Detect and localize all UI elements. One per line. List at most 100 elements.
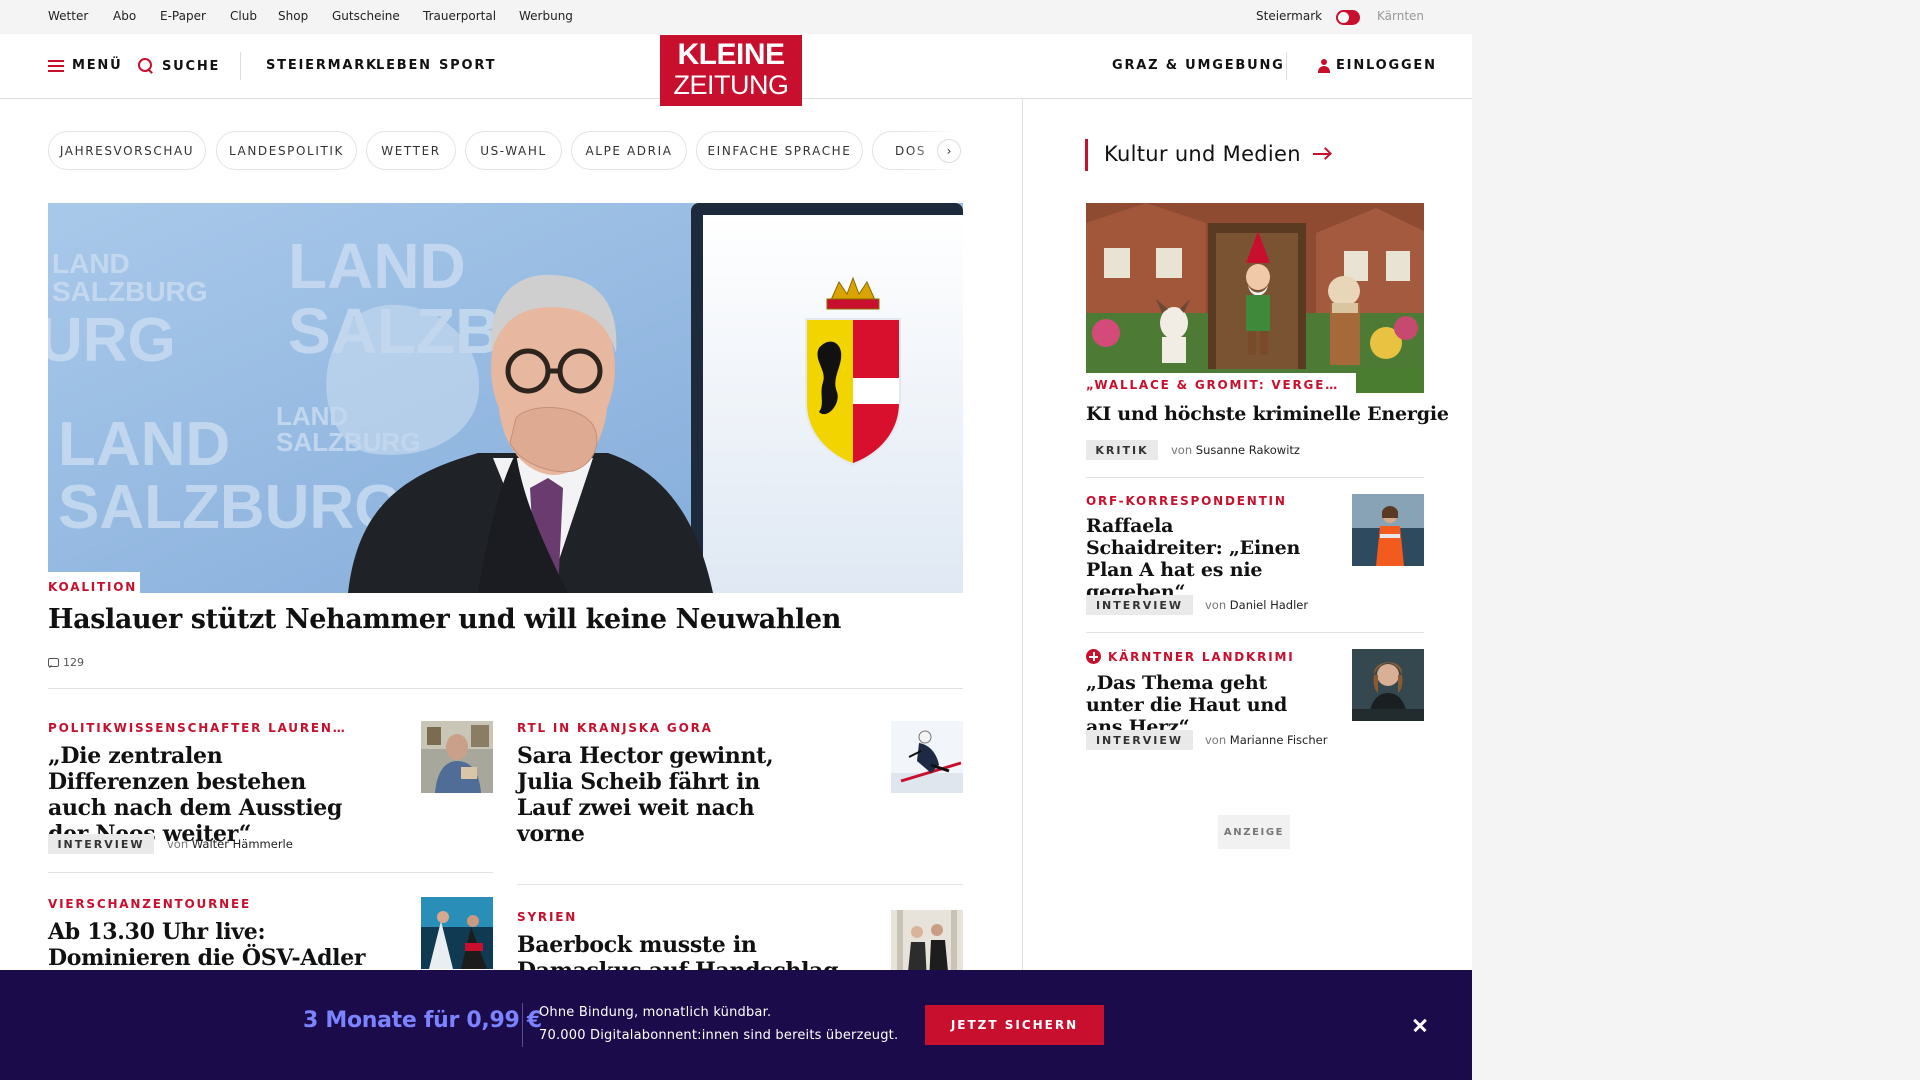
site-header: MENÜ SUCHE STEIERMARK LEBEN SPORT KLEINE… bbox=[0, 34, 1472, 106]
hero-headline[interactable]: Haslauer stützt Nehammer und will keine … bbox=[48, 604, 841, 635]
header-divider-right bbox=[1286, 52, 1287, 80]
util-link-epaper[interactable]: E-Paper bbox=[160, 9, 206, 23]
promo-line-1: Ohne Bindung, monatlich kündbar. bbox=[539, 1005, 772, 1020]
hero-image[interactable]: LAND SALZBURG URG LAND SALZB LAND SALZBU… bbox=[48, 203, 963, 593]
story-2-divider bbox=[517, 884, 963, 885]
story-1-photo bbox=[421, 721, 493, 793]
logo[interactable]: KLEINE ZEITUNG bbox=[660, 35, 802, 106]
util-link-abo[interactable]: Abo bbox=[113, 9, 136, 23]
sidebar-feature-author[interactable]: Susanne Rakowitz bbox=[1196, 443, 1300, 457]
login-button[interactable]: EINLOGGEN bbox=[1318, 58, 1437, 73]
story-1-thumbnail[interactable] bbox=[421, 721, 493, 793]
sidebar-item-2-kicker: KÄRNTNER LANDKRIMI bbox=[1108, 649, 1295, 664]
ad-label: ANZEIGE bbox=[1218, 815, 1290, 849]
util-link-wetter[interactable]: Wetter bbox=[48, 9, 88, 23]
promo-cta-button[interactable]: JETZT SICHERN bbox=[925, 1005, 1104, 1045]
hero-comments[interactable]: 129 bbox=[48, 656, 84, 669]
chip-us-wahl[interactable]: US-WAHL bbox=[465, 131, 562, 170]
nav-sport[interactable]: SPORT bbox=[439, 58, 496, 73]
region-toggle[interactable] bbox=[1336, 10, 1360, 25]
sidebar-divider-2 bbox=[1086, 632, 1424, 633]
sidebar-item-2-tag: INTERVIEW bbox=[1086, 730, 1193, 750]
utility-bar: Wetter Abo E-Paper Club Shop Gutscheine … bbox=[0, 0, 1472, 34]
util-link-werbung[interactable]: Werbung bbox=[519, 9, 573, 23]
column-divider bbox=[1022, 99, 1023, 1080]
chip-jahresvorschau[interactable]: JAHRESVORSCHAU bbox=[48, 131, 206, 170]
user-icon bbox=[1318, 58, 1330, 73]
util-link-trauerportal[interactable]: Trauerportal bbox=[423, 9, 496, 23]
close-icon[interactable] bbox=[1409, 1014, 1431, 1036]
promo-line-2: 70.000 Digitalabonnent:innen sind bereit… bbox=[539, 1028, 899, 1043]
story-3-photo bbox=[421, 897, 493, 969]
sidebar-feature-headline[interactable]: KI und höchste kriminelle Energie bbox=[1086, 403, 1449, 425]
page: Wetter Abo E-Paper Club Shop Gutscheine … bbox=[0, 0, 1472, 1080]
logo-line-2: ZEITUNG bbox=[673, 70, 790, 100]
svg-text:SALZBURG: SALZBURG bbox=[52, 276, 208, 307]
menu-button[interactable]: MENÜ bbox=[48, 58, 122, 73]
util-link-club[interactable]: Club bbox=[230, 9, 257, 23]
sidebar-item-2-photo bbox=[1352, 649, 1424, 721]
sidebar-divider-1 bbox=[1086, 477, 1424, 478]
search-icon bbox=[138, 58, 154, 74]
logo-line-1: KLEINE bbox=[677, 38, 785, 71]
sidebar-item-1-photo bbox=[1352, 494, 1424, 566]
hamburger-icon bbox=[48, 59, 64, 72]
promo-divider bbox=[522, 1003, 523, 1047]
story-1-author[interactable]: Walter Hämmerle bbox=[192, 837, 293, 851]
svg-text:LAND: LAND bbox=[58, 410, 230, 479]
sidebar-feature-byline: von Susanne Rakowitz bbox=[1171, 443, 1300, 457]
story-1-tag: INTERVIEW bbox=[48, 834, 154, 854]
story-3-thumbnail[interactable] bbox=[421, 897, 493, 969]
sidebar-item-2-kicker-row: KÄRNTNER LANDKRIMI bbox=[1086, 649, 1336, 664]
section-title-text: Kultur und Medien bbox=[1104, 142, 1301, 166]
story-2-thumbnail[interactable] bbox=[891, 721, 963, 793]
story-2-photo bbox=[891, 721, 963, 793]
nav-graz-umgebung[interactable]: GRAZ & UMGEBUNG bbox=[1112, 58, 1285, 73]
sidebar-item-1-headline[interactable]: Raffaela Schaidreiter: „Einen Plan A hat… bbox=[1086, 515, 1316, 603]
chevron-right-icon[interactable]: › bbox=[937, 139, 961, 163]
story-4-kicker: SYRIEN bbox=[517, 910, 578, 924]
story-2-headline[interactable]: Sara Hector gewinnt, Julia Scheib fährt … bbox=[517, 743, 817, 847]
chip-einfache-sprache[interactable]: EINFACHE SPRACHE bbox=[696, 131, 863, 170]
sidebar-item-1-author[interactable]: Daniel Hadler bbox=[1230, 598, 1308, 612]
svg-text:LAND: LAND bbox=[288, 230, 466, 302]
nav-steiermark[interactable]: STEIERMARK bbox=[266, 58, 378, 73]
util-link-shop[interactable]: Shop bbox=[278, 9, 308, 23]
sidebar-feature-photo bbox=[1086, 203, 1424, 393]
util-link-gutscheine[interactable]: Gutscheine bbox=[332, 9, 400, 23]
svg-text:SALZBURG: SALZBURG bbox=[58, 473, 402, 542]
story-1-headline[interactable]: „Die zentralen Differenzen bestehen auch… bbox=[48, 743, 368, 847]
story-3-kicker: VIERSCHANZENTOURNEE bbox=[48, 897, 251, 911]
search-button[interactable]: SUCHE bbox=[138, 58, 220, 74]
page-gutter bbox=[1472, 0, 1920, 1080]
plus-icon bbox=[1086, 649, 1101, 664]
sidebar-feature-image[interactable] bbox=[1086, 203, 1424, 393]
sidebar-item-2-byline: von Marianne Fischer bbox=[1205, 733, 1328, 747]
arrow-right-icon bbox=[1312, 148, 1331, 160]
sidebar-item-1-kicker: ORF-KORRESPONDENTIN bbox=[1086, 494, 1287, 508]
comment-icon bbox=[48, 658, 59, 667]
chip-wetter[interactable]: WETTER bbox=[366, 131, 456, 170]
region-kaernten[interactable]: Kärnten bbox=[1377, 9, 1424, 23]
svg-text:LAND: LAND bbox=[52, 248, 130, 279]
chip-landespolitik[interactable]: LANDESPOLITIK bbox=[216, 131, 357, 170]
login-label: EINLOGGEN bbox=[1336, 58, 1437, 73]
promo-price: 3 Monate für 0,99 € bbox=[303, 1008, 542, 1033]
region-steiermark[interactable]: Steiermark bbox=[1256, 9, 1322, 23]
sidebar-item-1-tag: INTERVIEW bbox=[1086, 595, 1193, 615]
sidebar-feature-kicker: „WALLACE & GROMIT: VERGELTU… bbox=[1086, 378, 1342, 392]
topic-chips: JAHRESVORSCHAU LANDESPOLITIK WETTER US-W… bbox=[48, 131, 972, 171]
story-1-divider bbox=[48, 872, 493, 873]
hero-divider bbox=[48, 688, 963, 689]
sidebar-item-1-byline: von Daniel Hadler bbox=[1205, 598, 1309, 612]
sidebar-item-2-thumbnail[interactable] bbox=[1352, 649, 1424, 721]
sidebar-item-2-headline[interactable]: „Das Thema geht unter die Haut und ans H… bbox=[1086, 672, 1326, 738]
chip-alpe-adria[interactable]: ALPE ADRIA bbox=[571, 131, 687, 170]
sidebar-item-1-thumbnail[interactable] bbox=[1352, 494, 1424, 566]
sidebar-item-2-author[interactable]: Marianne Fischer bbox=[1230, 733, 1328, 747]
hero-kicker: KOALITION bbox=[48, 580, 138, 594]
hero-comment-count: 129 bbox=[63, 656, 84, 669]
section-title-kultur[interactable]: Kultur und Medien bbox=[1104, 142, 1331, 166]
nav-leben[interactable]: LEBEN bbox=[376, 58, 432, 73]
svg-text:URG: URG bbox=[48, 306, 176, 375]
